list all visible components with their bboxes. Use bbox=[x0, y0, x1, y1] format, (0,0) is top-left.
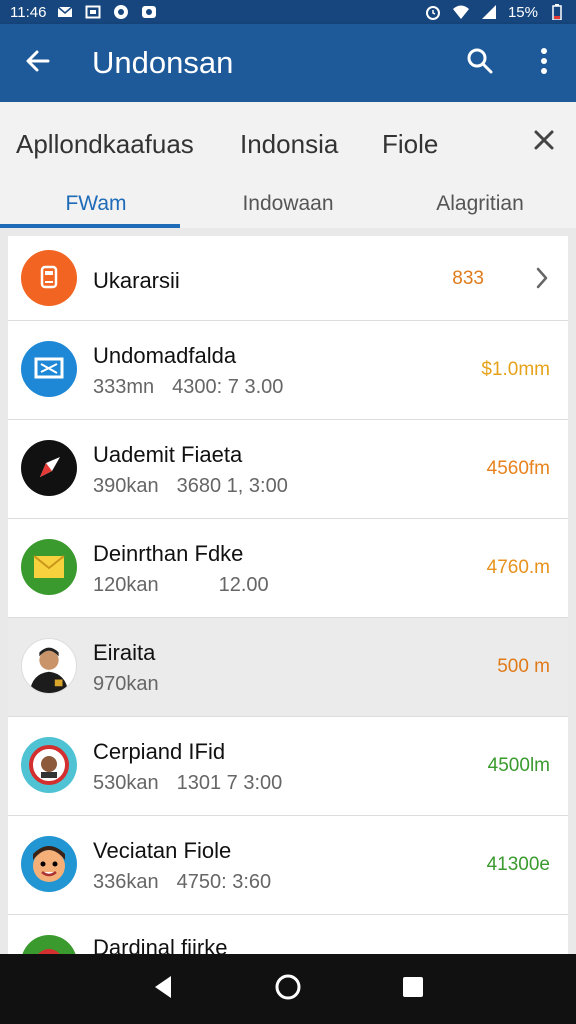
mail-icon bbox=[56, 4, 74, 20]
list-item[interactable]: Ukararsii 833 bbox=[8, 236, 568, 321]
list-item-subtitle-right: 3680 1, 3:00 bbox=[176, 475, 288, 497]
status-time: 11:46 bbox=[10, 3, 47, 21]
close-filter-button[interactable] bbox=[526, 124, 562, 160]
list-item[interactable]: Cerpiand IFid 530kan 1301 7 3:00 4500lm bbox=[8, 717, 568, 816]
list-item[interactable]: Deinrthan Fdke 120kan 12.00 4760.m bbox=[8, 519, 568, 618]
list-item-title: Deinrthan Fdke bbox=[93, 541, 244, 566]
list-item-subtitle-left: 336kan bbox=[93, 871, 159, 893]
filter-chip-row: Apllondkaafuas Indonsia Fiole bbox=[0, 122, 576, 166]
nav-home-button[interactable] bbox=[258, 959, 318, 1019]
list-item[interactable]: Uademit Fiaeta 390kan 3680 1, 3:00 4560fm bbox=[8, 420, 568, 519]
nav-home-icon bbox=[274, 973, 302, 1006]
cartoon-face-icon bbox=[21, 836, 77, 892]
nav-recents-button[interactable] bbox=[383, 959, 443, 1019]
list-item[interactable]: Eiraita 970kan 500 m bbox=[8, 618, 568, 717]
search-button[interactable] bbox=[448, 24, 512, 102]
back-button[interactable] bbox=[0, 24, 76, 102]
list-item-subtitle-left: 390kan bbox=[93, 475, 159, 497]
tab-bar: FWam Indowaan Alagritian bbox=[0, 180, 576, 228]
filter-chip-1[interactable]: Indonsia bbox=[240, 129, 338, 160]
more-vert-icon bbox=[540, 47, 548, 80]
list-item-subtitle-right: 1301 7 3:00 bbox=[176, 772, 283, 794]
list-item-subtitle-right: 4300: 7 3.00 bbox=[172, 376, 284, 398]
page-title: Undonsan bbox=[92, 45, 234, 80]
subheader: Apllondkaafuas Indonsia Fiole FWam Indow… bbox=[0, 102, 576, 228]
chevron-right-icon bbox=[530, 266, 554, 290]
list-item-value: 4560fm bbox=[486, 458, 550, 479]
list-item-title: Dardinal fiirke bbox=[93, 935, 228, 954]
list-item-subtitle-left: 333mn bbox=[93, 376, 155, 398]
emblem-icon bbox=[21, 935, 77, 954]
battery-icon bbox=[548, 4, 566, 20]
search-icon bbox=[466, 47, 494, 80]
tab-1[interactable]: Indowaan bbox=[192, 180, 384, 228]
list-item-value: 833 bbox=[452, 268, 484, 289]
item-list: Ukararsii 833 Undomadfalda 333mn 4300: 7 … bbox=[8, 236, 568, 954]
envelope-icon bbox=[21, 539, 77, 595]
wifi-icon bbox=[452, 4, 470, 20]
close-icon bbox=[533, 129, 555, 156]
list-item-subtitle-left: 120kan bbox=[93, 574, 159, 596]
list-item-value: 4500lm bbox=[487, 755, 550, 776]
list-item-subtitle-left: 530kan bbox=[93, 772, 159, 794]
face-badge-icon bbox=[21, 737, 77, 793]
chat-icon bbox=[112, 4, 130, 20]
camera-icon bbox=[140, 4, 158, 20]
list-item-subtitle-right: 4750: 3:60 bbox=[176, 871, 272, 893]
list-item-title: Cerpiand IFid bbox=[93, 739, 226, 764]
list-item-subtitle: 530kan 1301 7 3:00 bbox=[93, 772, 282, 795]
compass-icon bbox=[21, 440, 77, 496]
list-item-subtitle: 336kan 4750: 3:60 bbox=[93, 871, 271, 894]
list-item-title: Veciatan Fiole bbox=[93, 838, 232, 863]
app-bar: Undonsan bbox=[0, 24, 576, 102]
image-icon bbox=[84, 4, 102, 20]
list-item-title: Eiraita bbox=[93, 640, 156, 665]
status-bar: 11:46 15% bbox=[0, 0, 576, 24]
signal-icon bbox=[480, 4, 498, 20]
list-item-subtitle: 970kan bbox=[93, 673, 159, 695]
filter-chip-2[interactable]: Fiole bbox=[382, 129, 438, 160]
list-item-subtitle-right: 12.00 bbox=[218, 574, 269, 596]
list-item-title: Uademit Fiaeta bbox=[93, 442, 243, 467]
list-item-title: Ukararsii bbox=[93, 268, 180, 293]
person-photo-icon bbox=[21, 638, 77, 694]
list-item-value: 500 m bbox=[497, 656, 550, 677]
nav-recents-icon bbox=[401, 975, 425, 1004]
list-item-title: Undomadfalda bbox=[93, 343, 237, 368]
list-item-value: $1.0mm bbox=[481, 359, 550, 380]
tab-2[interactable]: Alagritian bbox=[384, 180, 576, 228]
battery-text: 15% bbox=[507, 3, 538, 21]
system-nav-bar bbox=[0, 954, 576, 1024]
list-item-subtitle: 390kan 3680 1, 3:00 bbox=[93, 475, 288, 498]
list-item-value: 4760.m bbox=[486, 557, 550, 578]
list-item[interactable]: Dardinal fiirke bbox=[8, 915, 568, 954]
tablet-icon bbox=[21, 250, 77, 306]
tab-0[interactable]: FWam bbox=[0, 180, 192, 228]
arrow-left-icon bbox=[24, 47, 52, 80]
list-item-subtitle: 120kan 12.00 bbox=[93, 574, 269, 597]
filter-chip-0[interactable]: Apllondkaafuas bbox=[16, 129, 194, 160]
list-item-value: 41300e bbox=[486, 854, 550, 875]
nav-back-icon bbox=[151, 974, 175, 1005]
message-icon bbox=[21, 341, 77, 397]
list-item[interactable]: Veciatan Fiole 336kan 4750: 3:60 41300e bbox=[8, 816, 568, 915]
alarm-icon bbox=[424, 4, 442, 20]
list-item-subtitle: 333mn 4300: 7 3.00 bbox=[93, 376, 283, 399]
list-item[interactable]: Undomadfalda 333mn 4300: 7 3.00 $1.0mm bbox=[8, 321, 568, 420]
more-options-button[interactable] bbox=[512, 24, 576, 102]
nav-back-button[interactable] bbox=[133, 959, 193, 1019]
